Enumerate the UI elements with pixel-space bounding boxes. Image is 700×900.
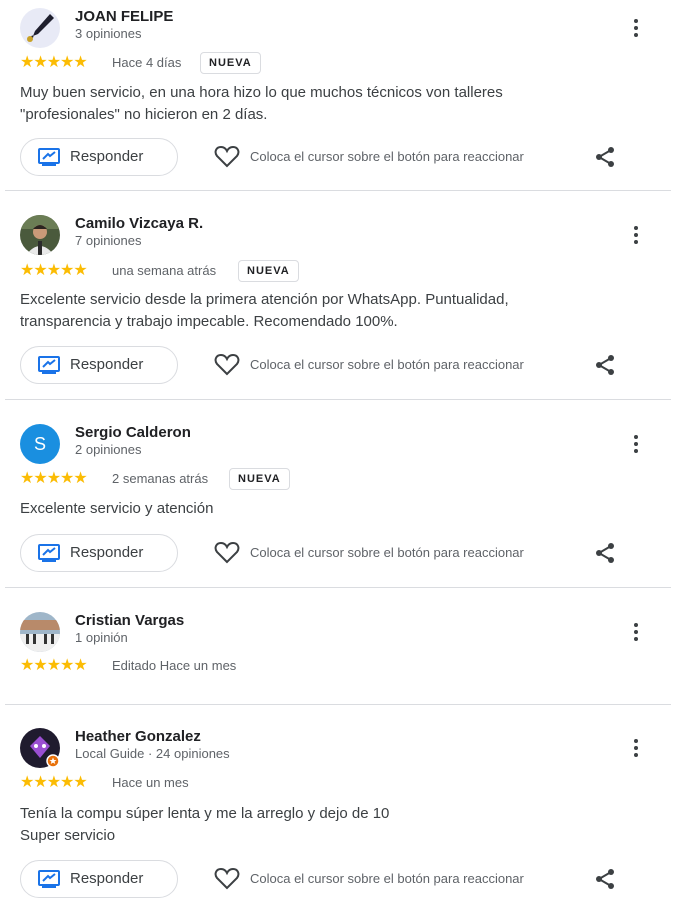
review-time: Editado Hace un mes <box>112 658 237 673</box>
heart-icon[interactable] <box>214 868 240 890</box>
review-rating-row: ★★★★★ una semana atrás NUEVA <box>20 260 660 282</box>
review-text: Excelente servicio desde la primera aten… <box>20 291 509 330</box>
reply-button[interactable]: Responder <box>20 346 178 384</box>
share-icon[interactable] <box>594 542 616 564</box>
reply-button[interactable]: Responder <box>20 534 178 572</box>
reviewer-review-count: 7 opiniones <box>75 233 142 248</box>
review-rating-row: ★★★★★ Editado Hace un mes <box>20 655 660 677</box>
purple-character-avatar[interactable] <box>20 728 60 768</box>
share-icon[interactable] <box>594 868 616 890</box>
heart-icon[interactable] <box>214 542 240 564</box>
reviews-list: JOAN FELIPE 3 opiniones ★★★★★ Hace 4 día… <box>0 0 700 900</box>
avatar-letter: S <box>33 434 46 454</box>
review-actions: Responder Coloca el cursor sobre el botó… <box>20 534 660 574</box>
more-options-icon[interactable] <box>621 220 651 250</box>
star-rating: ★★★★★ <box>20 657 88 674</box>
divider <box>5 190 671 191</box>
more-options-icon[interactable] <box>621 429 651 459</box>
react-hint: Coloca el cursor sobre el botón para rea… <box>250 545 524 560</box>
divider <box>5 399 671 400</box>
reviewer-name[interactable]: Camilo Vizcaya R. <box>75 215 203 232</box>
reply-label: Responder <box>70 544 144 561</box>
review-header: JOAN FELIPE 3 opiniones <box>20 8 660 48</box>
reviewer-name[interactable]: Sergio Calderon <box>75 424 191 441</box>
reply-label: Responder <box>70 870 144 887</box>
share-icon[interactable] <box>594 354 616 376</box>
heart-icon[interactable] <box>214 354 240 376</box>
review-time: una semana atrás <box>112 263 217 278</box>
review-actions: Responder Coloca el cursor sobre el botó… <box>20 138 660 178</box>
reply-button[interactable]: Responder <box>20 138 178 176</box>
review-header: Heather Gonzalez Local Guide · 24 opinio… <box>20 728 660 768</box>
react-hint: Coloca el cursor sobre el botón para rea… <box>250 149 524 164</box>
review-actions: Responder Coloca el cursor sobre el botó… <box>20 860 660 900</box>
reviewer-review-count: 1 opinión <box>75 630 128 645</box>
react-hint: Coloca el cursor sobre el botón para rea… <box>250 357 524 372</box>
reply-icon <box>38 544 60 562</box>
reply-label: Responder <box>70 356 144 373</box>
new-badge: NUEVA <box>229 468 290 490</box>
review-text: Tenía la compu súper lenta y me la arreg… <box>20 805 390 844</box>
reviewer-review-count: Local Guide · 24 opiniones <box>75 746 230 761</box>
review-header: Cristian Vargas 1 opinión <box>20 612 660 652</box>
more-options-icon[interactable] <box>621 617 651 647</box>
reviewer-name[interactable]: JOAN FELIPE <box>75 8 173 25</box>
new-badge: NUEVA <box>200 52 261 74</box>
review-time: 2 semanas atrás <box>112 471 209 486</box>
star-rating: ★★★★★ <box>20 774 88 791</box>
review-header: S Sergio Calderon 2 opiniones <box>20 424 660 464</box>
person-photo-avatar[interactable] <box>20 215 60 255</box>
review-rating-row: ★★★★★ Hace 4 días NUEVA <box>20 52 660 74</box>
heart-icon[interactable] <box>214 146 240 168</box>
review-time: Hace un mes <box>112 775 189 790</box>
new-badge: NUEVA <box>238 260 299 282</box>
more-options-icon[interactable] <box>621 13 651 43</box>
reply-label: Responder <box>70 148 144 165</box>
reply-icon <box>38 148 60 166</box>
pen-photo-avatar[interactable] <box>20 8 60 48</box>
reviewer-name[interactable]: Cristian Vargas <box>75 612 184 629</box>
divider <box>5 704 671 705</box>
reply-button[interactable]: Responder <box>20 860 178 898</box>
reviewer-review-count: 2 opiniones <box>75 442 142 457</box>
review-rating-row: ★★★★★ Hace un mes <box>20 772 660 794</box>
reviewer-review-count: 3 opiniones <box>75 26 142 41</box>
piano-photo-avatar[interactable] <box>20 612 60 652</box>
review-header: Camilo Vizcaya R. 7 opiniones <box>20 215 660 255</box>
star-rating: ★★★★★ <box>20 470 88 487</box>
reviewer-name[interactable]: Heather Gonzalez <box>75 728 201 745</box>
review-actions: Responder Coloca el cursor sobre el botó… <box>20 346 660 386</box>
letter-avatar[interactable]: S <box>20 424 60 464</box>
divider <box>5 587 671 588</box>
star-rating: ★★★★★ <box>20 54 88 71</box>
review-rating-row: ★★★★★ 2 semanas atrás NUEVA <box>20 468 660 490</box>
star-rating: ★★★★★ <box>20 262 88 279</box>
react-hint: Coloca el cursor sobre el botón para rea… <box>250 871 524 886</box>
reply-icon <box>38 870 60 888</box>
reply-icon <box>38 356 60 374</box>
review-text: Excelente servicio y atención <box>20 500 214 517</box>
share-icon[interactable] <box>594 146 616 168</box>
more-options-icon[interactable] <box>621 733 651 763</box>
review-time: Hace 4 días <box>112 55 182 70</box>
review-text: Muy buen servicio, en una hora hizo lo q… <box>20 84 503 123</box>
